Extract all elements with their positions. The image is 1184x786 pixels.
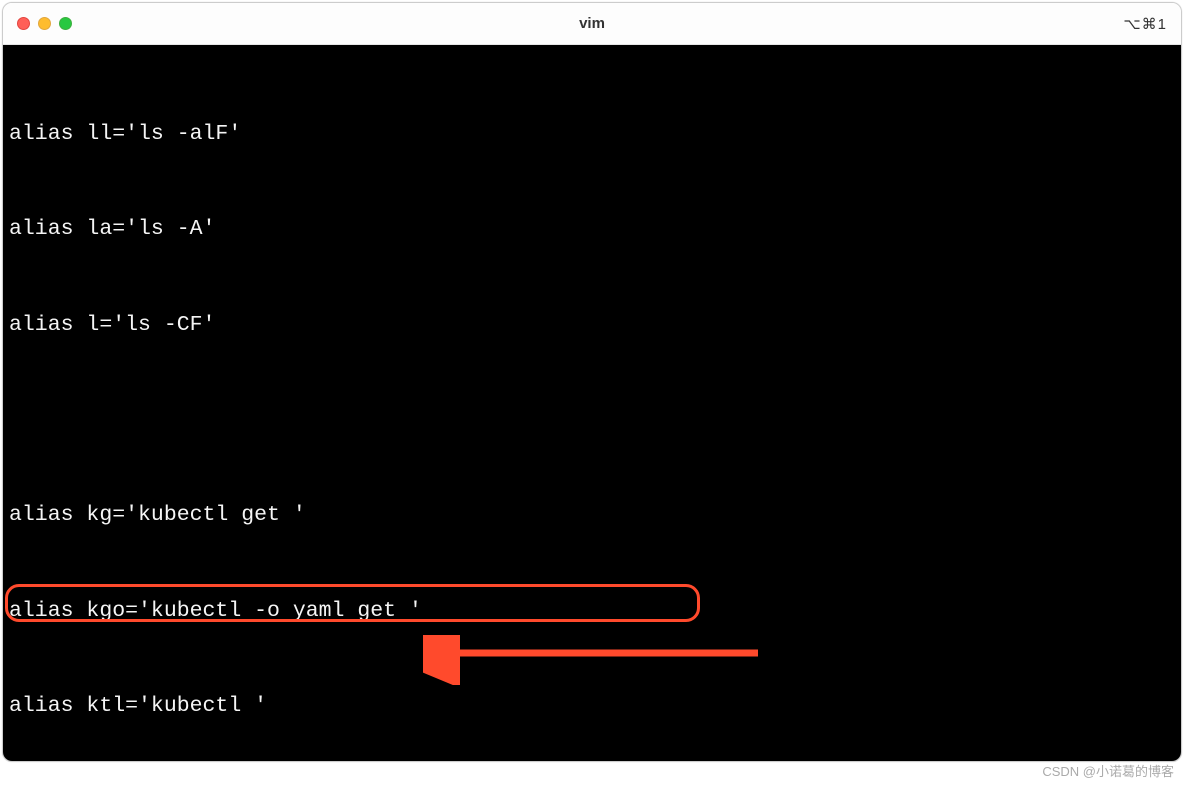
code-line: alias ll='ls -alF' — [9, 119, 1175, 151]
annotation-arrow-icon — [423, 635, 773, 685]
code-line: alias kgo='kubectl -o yaml get ' — [9, 596, 1175, 628]
watermark: CSDN @小诺葛的博客 — [1042, 761, 1174, 780]
terminal-window: vim ⌥⌘1 alias ll='ls -alF' alias la='ls … — [2, 2, 1182, 762]
terminal-content[interactable]: alias ll='ls -alF' alias la='ls -A' alia… — [3, 45, 1181, 761]
minimize-button[interactable] — [38, 17, 51, 30]
code-line — [9, 405, 1175, 437]
window-shortcut: ⌥⌘1 — [1123, 15, 1167, 33]
code-line: alias l='ls -CF' — [9, 310, 1175, 342]
close-button[interactable] — [17, 17, 30, 30]
window-title: vim — [579, 15, 605, 32]
code-line: alias kg='kubectl get ' — [9, 500, 1175, 532]
titlebar: vim ⌥⌘1 — [3, 3, 1181, 45]
traffic-lights — [17, 17, 72, 30]
code-line: alias la='ls -A' — [9, 214, 1175, 246]
code-line: alias ktl='kubectl ' — [9, 691, 1175, 723]
maximize-button[interactable] — [59, 17, 72, 30]
